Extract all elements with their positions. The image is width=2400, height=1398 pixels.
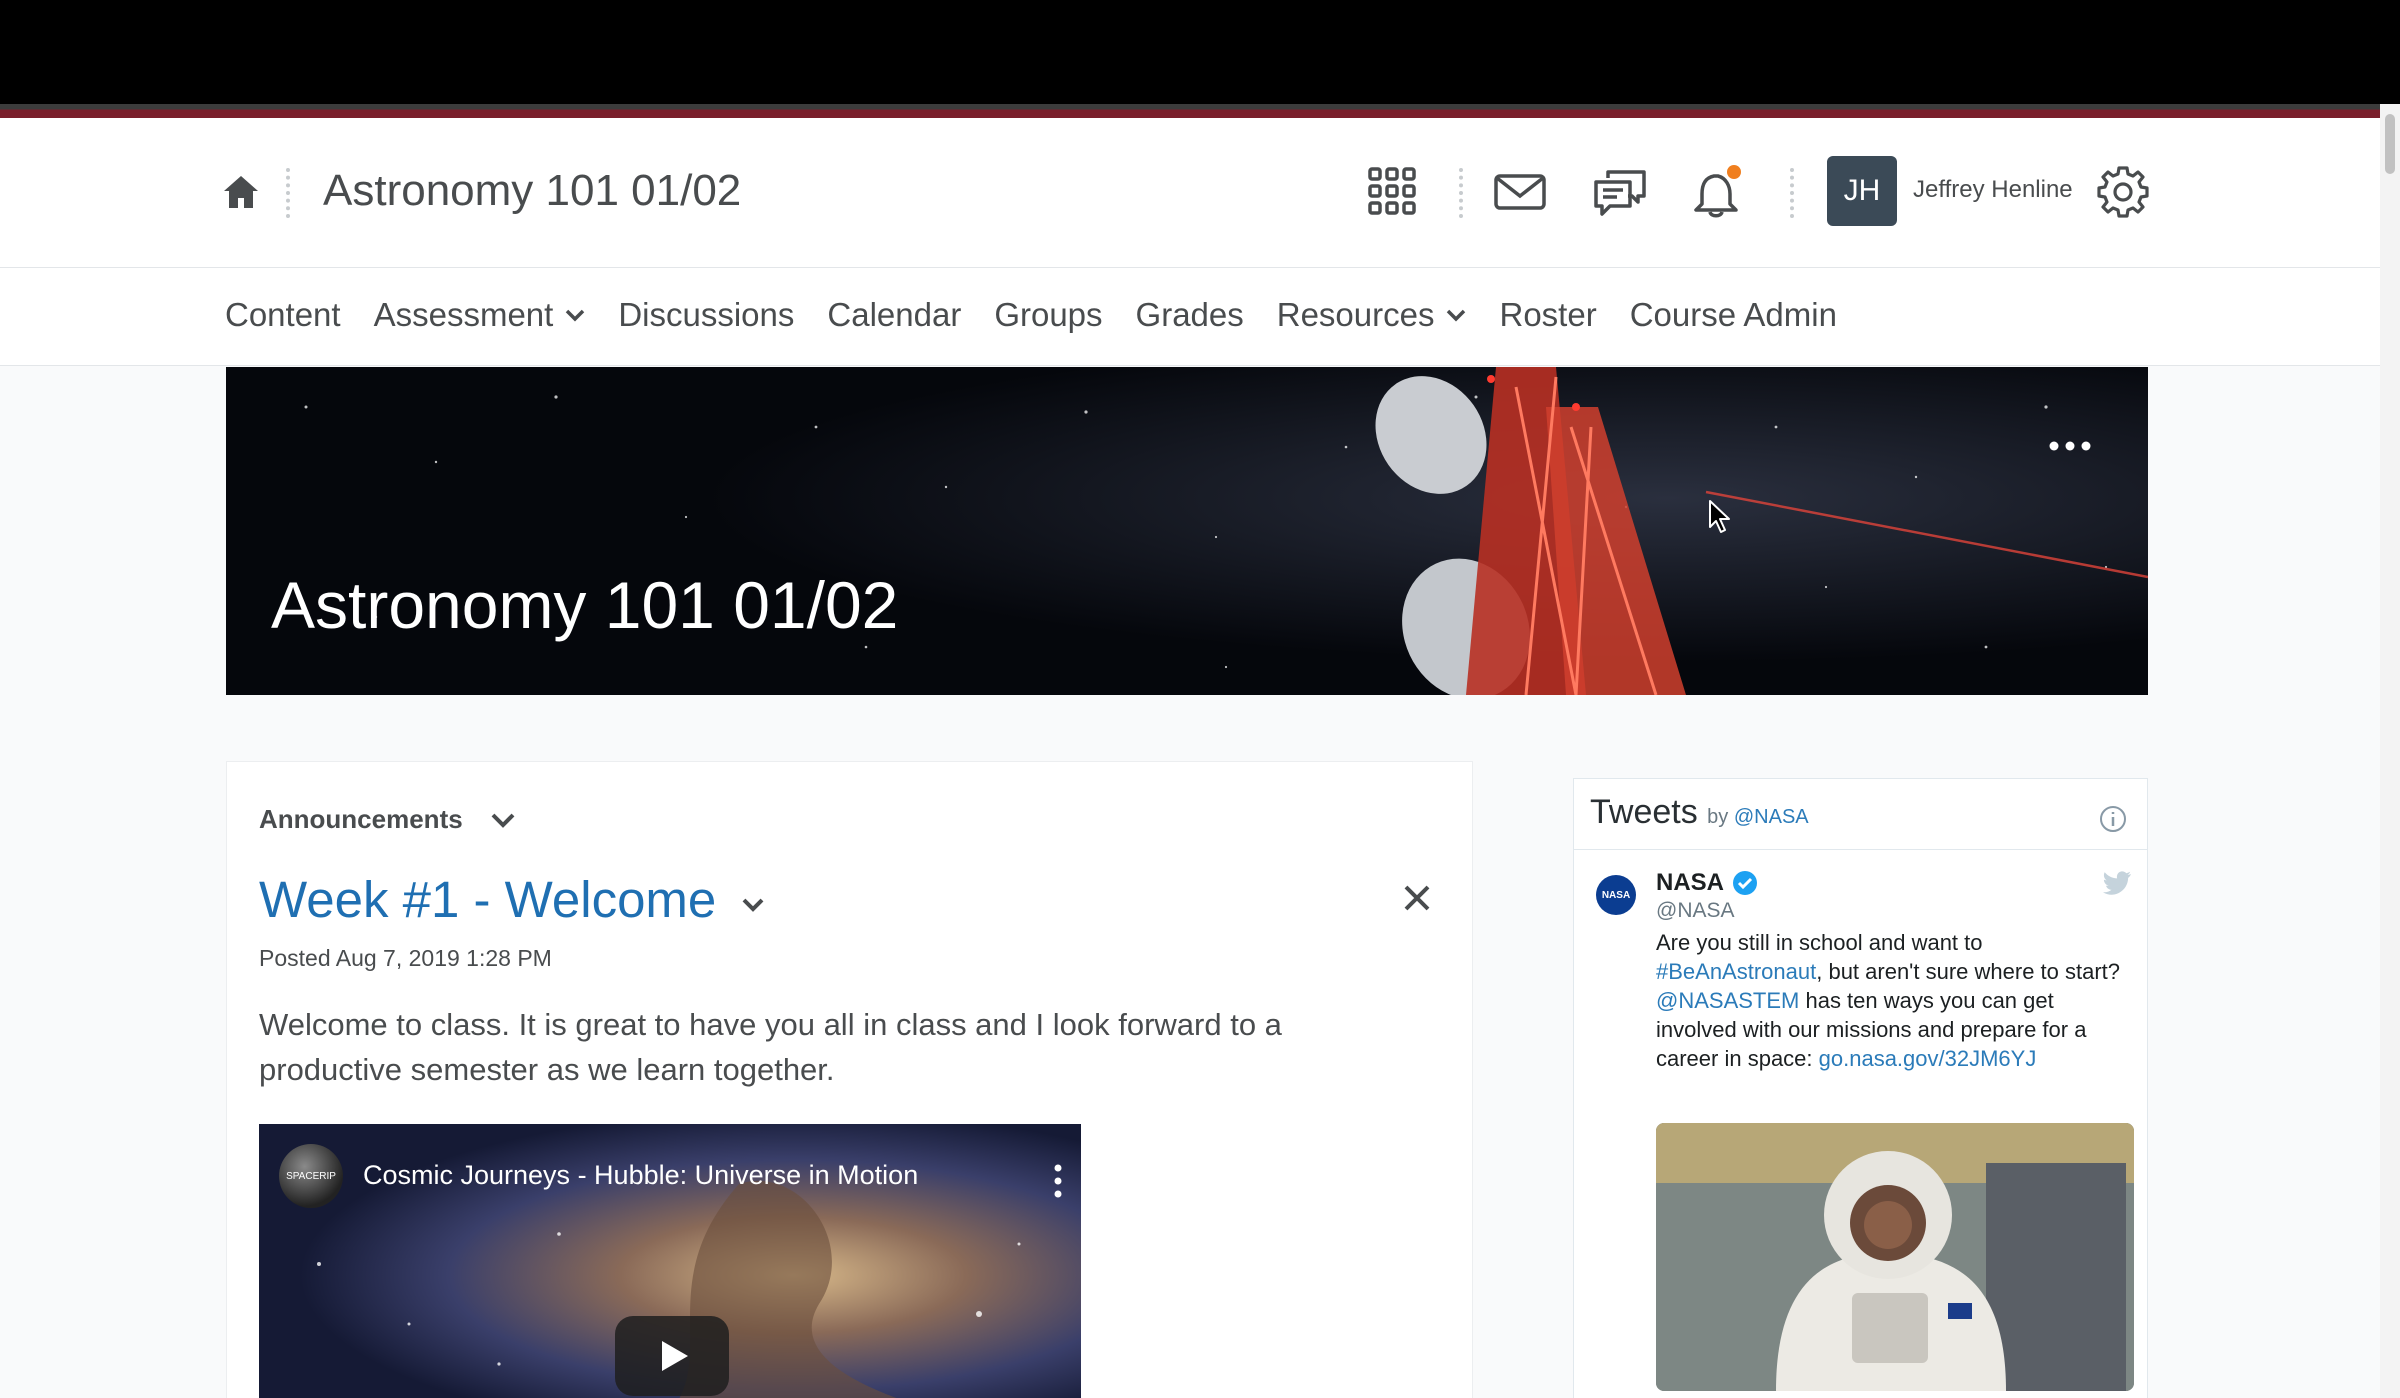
- tweets-by: by @NASA: [1707, 806, 1808, 828]
- chat-icon[interactable]: [1594, 168, 1646, 216]
- nav-label: Calendar: [827, 296, 962, 333]
- nav-course-admin[interactable]: Course Admin: [1630, 296, 1837, 334]
- tweet-url-link[interactable]: go.nasa.gov/32JM6YJ: [1819, 1046, 2037, 1071]
- play-icon: [662, 1341, 688, 1371]
- tweets-widget: Tweets by @NASA NASA NASA @NASA Are you …: [1573, 778, 2148, 1398]
- close-icon[interactable]: [1403, 884, 1431, 912]
- chevron-down-icon[interactable]: [742, 898, 764, 912]
- nav-label: Course Admin: [1629, 296, 1837, 333]
- video-title[interactable]: Cosmic Journeys - Hubble: Universe in Mo…: [363, 1160, 918, 1191]
- home-icon[interactable]: [222, 174, 260, 210]
- brand-accent-bar: [0, 104, 2400, 118]
- tweet-author-name: NASA: [1656, 869, 1725, 896]
- nav-label: Content: [225, 296, 341, 333]
- banner-image: [226, 367, 2148, 695]
- nav-discussions[interactable]: Discussions: [618, 296, 794, 334]
- embedded-video[interactable]: SPACERIP Cosmic Journeys - Hubble: Unive…: [259, 1124, 1081, 1398]
- scrollbar-thumb[interactable]: [2385, 114, 2395, 174]
- top-black-strip: [0, 0, 2400, 104]
- tweet-photo[interactable]: [1656, 1123, 2134, 1391]
- tweet-text-part: Are you still in school and want to: [1656, 930, 1983, 955]
- bell-icon[interactable]: [1692, 164, 1744, 218]
- waffle-grid-icon[interactable]: [1368, 167, 1416, 215]
- course-navbar: Content Assessment Discussions Calendar …: [0, 268, 2380, 366]
- nav-label: Assessment: [373, 296, 554, 333]
- verified-badge-icon: [1733, 871, 1758, 895]
- nav-assessment[interactable]: Assessment: [374, 296, 586, 334]
- announcement-body: Welcome to class. It is great to have yo…: [259, 1007, 1282, 1087]
- announcement-title-link[interactable]: Week #1 - Welcome: [259, 870, 716, 929]
- channel-logo[interactable]: SPACERIP: [279, 1144, 343, 1208]
- header-divider: [1459, 168, 1463, 218]
- tweet-text-part: , but aren't sure where to start?: [1816, 959, 2121, 984]
- email-icon[interactable]: [1494, 174, 1546, 210]
- tweet-text: Are you still in school and want to #BeA…: [1656, 928, 2136, 1073]
- avatar[interactable]: JH: [1827, 156, 1897, 226]
- nav-resources[interactable]: Resources: [1277, 296, 1467, 334]
- nav-list: Content Assessment Discussions Calendar …: [225, 296, 1837, 334]
- header-divider: [1790, 168, 1794, 218]
- announcement-title[interactable]: Week #1 - Welcome: [259, 870, 764, 929]
- nav-calendar[interactable]: Calendar: [827, 296, 961, 334]
- page-scrollbar[interactable]: [2380, 104, 2400, 1398]
- tweet-screen-name[interactable]: @NASA: [1656, 899, 1735, 923]
- astronaut-photo: [1656, 1123, 2134, 1391]
- announcement-date: Posted Aug 7, 2019 1:28 PM: [259, 945, 552, 971]
- more-options-icon[interactable]: [2048, 441, 2092, 451]
- nav-roster[interactable]: Roster: [1499, 296, 1596, 334]
- gear-icon[interactable]: [2096, 165, 2150, 219]
- nav-label: Groups: [994, 296, 1103, 333]
- tweet-avatar[interactable]: NASA: [1596, 875, 1636, 915]
- tweets-title-text: Tweets: [1590, 793, 1698, 831]
- tweet-author[interactable]: NASA: [1656, 869, 1758, 897]
- nav-label: Resources: [1276, 296, 1435, 333]
- play-button[interactable]: [615, 1316, 729, 1396]
- announcements-header[interactable]: Announcements: [259, 804, 515, 835]
- mouse-cursor-icon: [1709, 500, 1730, 533]
- nav-label: Discussions: [618, 296, 795, 333]
- tweets-header: Tweets by @NASA: [1574, 779, 2147, 850]
- nav-label: Roster: [1499, 296, 1597, 333]
- nav-grades[interactable]: Grades: [1136, 296, 1244, 334]
- chevron-down-icon: [566, 309, 585, 322]
- nav-content[interactable]: Content: [225, 296, 341, 334]
- course-title[interactable]: Astronomy 101 01/02: [323, 166, 741, 216]
- chevron-down-icon: [1447, 309, 1466, 322]
- video-menu-icon[interactable]: [1054, 1164, 1062, 1198]
- course-banner: Astronomy 101 01/02: [226, 367, 2148, 695]
- banner-title: Astronomy 101 01/02: [271, 568, 899, 642]
- user-name[interactable]: Jeffrey Henline: [1913, 176, 2073, 204]
- tweets-title: Tweets by @NASA: [1590, 793, 1809, 832]
- chevron-down-icon[interactable]: [491, 812, 515, 828]
- tweets-by-word: by: [1707, 806, 1729, 828]
- nav-label: Grades: [1135, 296, 1244, 333]
- tweets-handle-link[interactable]: @NASA: [1734, 806, 1809, 828]
- nav-groups[interactable]: Groups: [994, 296, 1102, 334]
- twitter-bird-icon[interactable]: [2102, 871, 2132, 897]
- mention-link[interactable]: @NASASTEM: [1656, 988, 1799, 1013]
- widget-title: Announcements: [259, 804, 463, 834]
- hashtag-link[interactable]: #BeAnAstronaut: [1656, 959, 1816, 984]
- info-icon[interactable]: [2099, 805, 2127, 833]
- announcements-widget: Announcements Week #1 - Welcome Posted A…: [226, 761, 1473, 1398]
- header-divider: [286, 168, 290, 218]
